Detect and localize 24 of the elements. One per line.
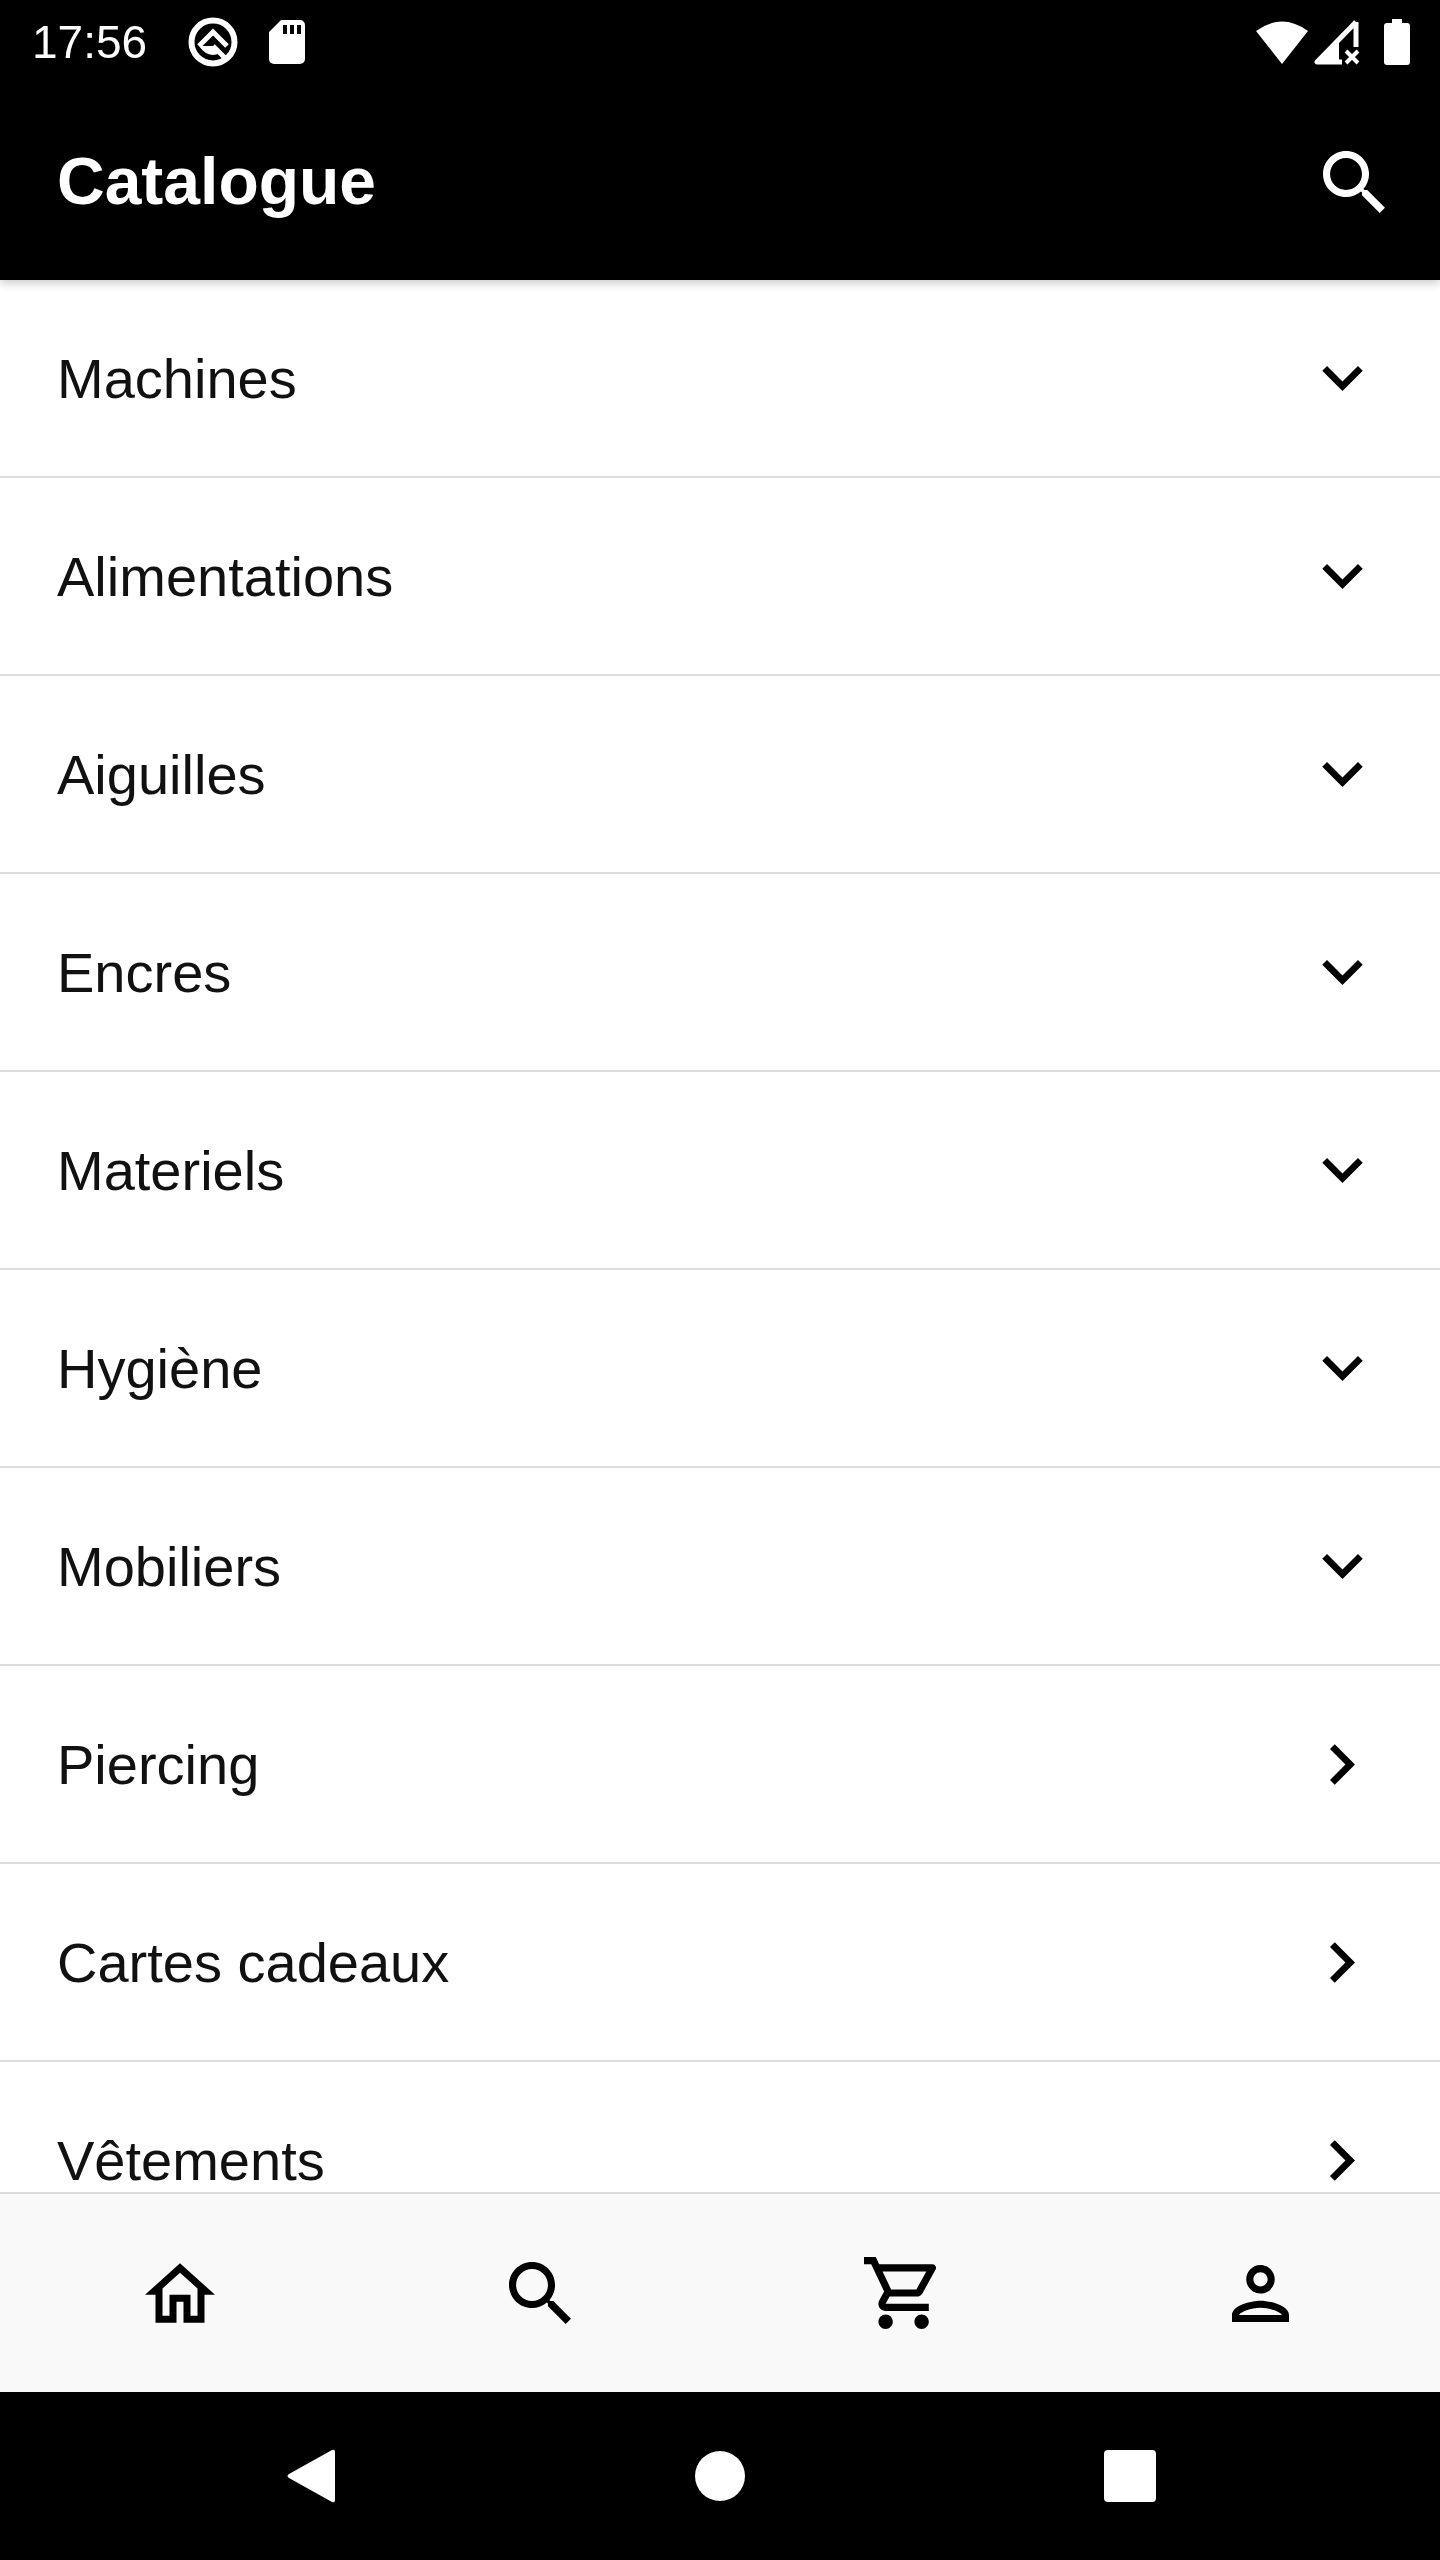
chevron-down-icon	[1321, 1553, 1363, 1579]
app-bar-title: Catalogue	[57, 143, 377, 221]
chevron-right-icon	[1329, 1941, 1355, 1983]
chevron-down-icon	[1321, 1355, 1363, 1381]
chevron-right-icon	[1329, 1743, 1355, 1785]
ring-icon	[188, 17, 239, 67]
circle-icon[interactable]	[695, 2451, 745, 2501]
wifi-icon	[1256, 20, 1308, 64]
chevron-down-icon	[1321, 959, 1363, 985]
back-icon[interactable]	[285, 2448, 335, 2504]
status-time: 17:56	[32, 19, 148, 65]
sd-card-icon	[269, 20, 306, 64]
chevron-down-icon	[1321, 761, 1363, 787]
cart-icon[interactable]	[864, 2257, 936, 2329]
chevron-down-icon	[1321, 563, 1363, 589]
signal-icon	[1314, 19, 1360, 65]
chevron-down-icon	[1321, 365, 1363, 391]
search-icon[interactable]	[1323, 151, 1385, 213]
home-icon[interactable]	[145, 2263, 215, 2323]
search-icon[interactable]	[509, 2262, 571, 2324]
chevron-down-icon	[1321, 1157, 1363, 1183]
chevron-right-icon	[1329, 2139, 1355, 2181]
battery-icon	[1384, 19, 1410, 65]
person-icon[interactable]	[1231, 2264, 1289, 2322]
